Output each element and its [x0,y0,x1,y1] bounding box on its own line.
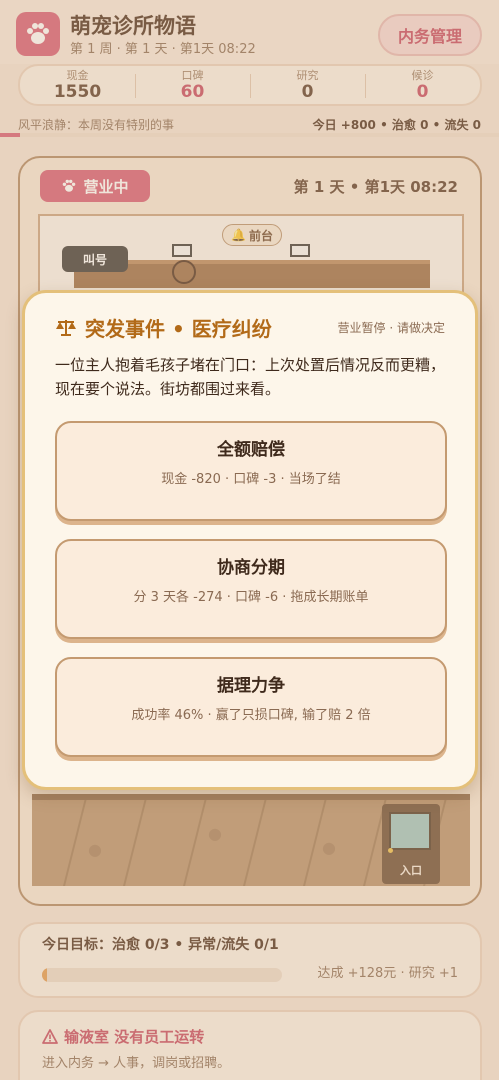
scales-icon [56,319,76,336]
choice-argue-button[interactable]: 据理力争 成功率 46% · 赢了只损口碑, 输了赔 2 倍 [55,657,447,757]
choice-full-compensation-button[interactable]: 全额赔偿 现金 -820 · 口碑 -3 · 当场了结 [55,421,447,521]
choice-title: 全额赔偿 [217,440,285,460]
modal-title-text: 突发事件 • 医疗纠纷 [85,317,272,341]
modal-title: 突发事件 • 医疗纠纷 [55,313,272,342]
modal-status: 营业暂停 · 请做决定 [337,321,445,335]
choice-detail: 成功率 46% · 赢了只损口碑, 输了赔 2 倍 [131,708,371,723]
choice-title: 协商分期 [217,558,285,578]
choice-detail: 现金 -820 · 口碑 -3 · 当场了结 [161,472,341,487]
choice-detail: 分 3 天各 -274 · 口碑 -6 · 拖成长期账单 [133,590,369,605]
choice-title: 据理力争 [217,676,285,696]
choice-installment-button[interactable]: 协商分期 分 3 天各 -274 · 口碑 -6 · 拖成长期账单 [55,539,447,639]
modal-description: 一位主人抱着毛孩子堵在门口：上次处置后情况反而更糟，现在要个说法。街坊都围过来看… [55,356,446,398]
incident-modal: 突发事件 • 医疗纠纷 营业暂停 · 请做决定 一位主人抱着毛孩子堵在门口：上次… [22,290,478,790]
